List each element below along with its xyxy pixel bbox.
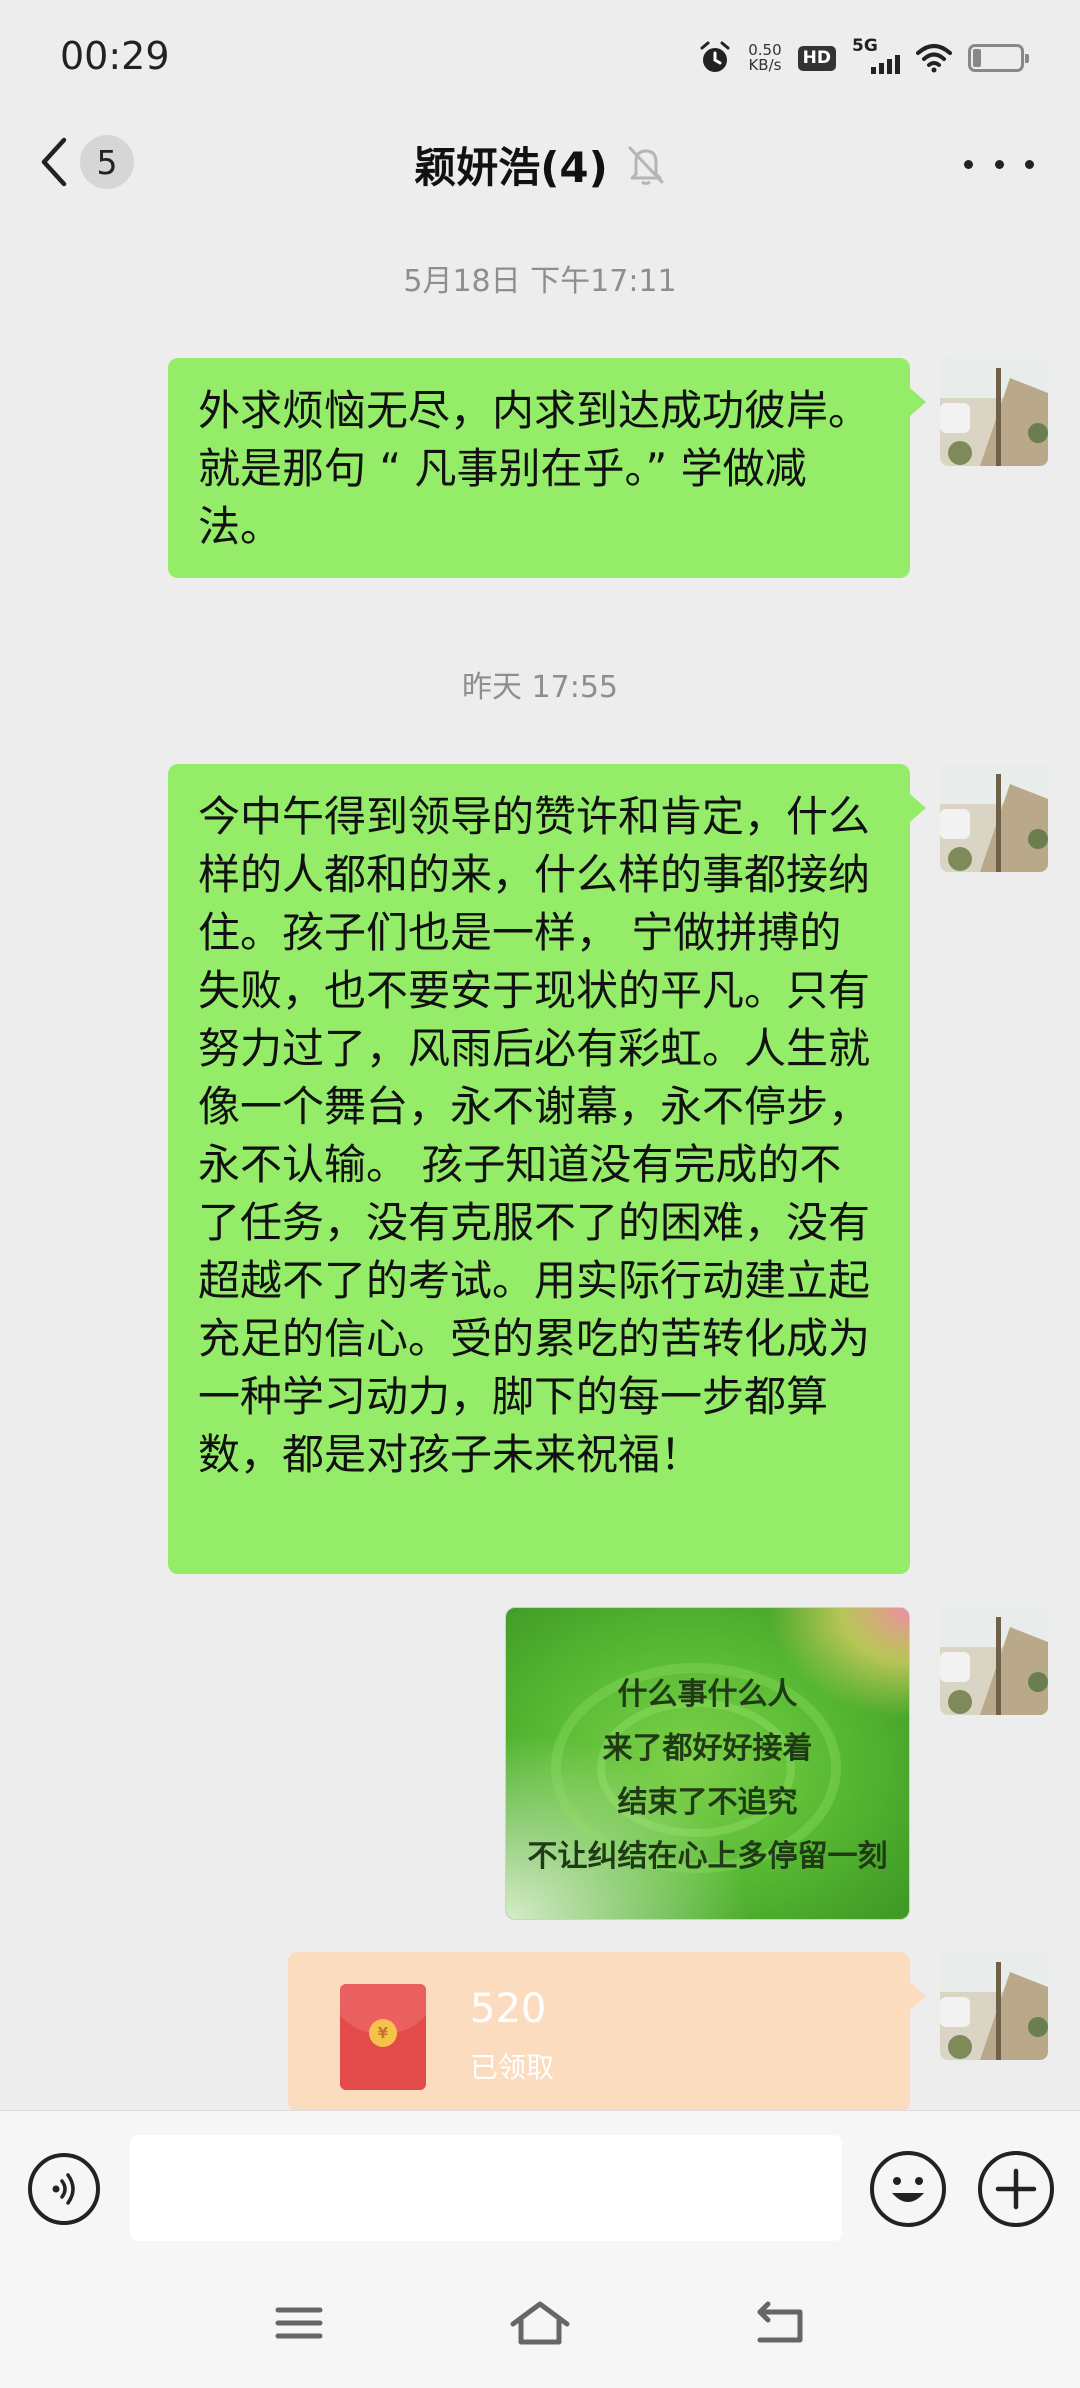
status-time: 00:29: [60, 34, 170, 78]
plus-icon: [995, 2168, 1037, 2210]
red-packet-coin: ¥: [369, 2019, 397, 2047]
net-speed-unit: KB/s: [748, 56, 782, 74]
chat-title-wrapper: 颖妍浩(4): [0, 134, 1080, 195]
chat-title: 颖妍浩(4): [414, 143, 608, 192]
status-icons: 0.50 KB/s HD 5G: [698, 36, 1029, 80]
message-timestamp: 5月18日 下午17:11: [403, 264, 677, 299]
image-caption: 什么事什么人 来了都好好接着 结束了不追究 不让纠结在心上多停留一刻: [506, 1668, 909, 1884]
avatar[interactable]: [940, 1952, 1048, 2060]
avatar[interactable]: [940, 1607, 1048, 1715]
red-packet-icon: ¥: [340, 1984, 426, 2090]
menu-icon: [275, 2307, 323, 2339]
image-caption-line: 什么事什么人: [617, 1677, 798, 1712]
battery-icon: [968, 44, 1029, 72]
image-message[interactable]: 什么事什么人 来了都好好接着 结束了不追究 不让纠结在心上多停留一刻: [505, 1607, 910, 1920]
battery-level: [973, 49, 981, 67]
message-input[interactable]: [130, 2135, 842, 2241]
home-button[interactable]: [505, 2298, 575, 2348]
voice-button[interactable]: [28, 2153, 100, 2225]
signal-5g-indicator: 5G: [852, 36, 900, 76]
more-dot: [1025, 159, 1034, 169]
image-caption-line: 来了都好好接着: [602, 1731, 813, 1766]
message-timestamp: 昨天 17:55: [462, 670, 618, 705]
network-label: 5G: [852, 36, 878, 56]
more-dot: [964, 159, 973, 169]
voice-icon: [52, 2173, 75, 2205]
avatar[interactable]: [940, 764, 1048, 872]
image-caption-line: 不让纠结在心上多停留一刻: [527, 1839, 888, 1874]
image-caption-line: 结束了不追究: [617, 1785, 798, 1820]
red-packet-amount: 520: [470, 1986, 547, 2032]
chat-header: 5 颖妍浩(4): [0, 118, 1080, 206]
message-bubble-self[interactable]: 外求烦恼无尽，内求到达成功彼岸。 就是那句 “ 凡事别在乎。” 学做减法。: [168, 358, 926, 578]
more-dot: [994, 159, 1004, 169]
status-bar: 00:29 0.50 KB/s HD 5G: [0, 0, 1080, 118]
avatar[interactable]: [940, 358, 1048, 466]
home-icon: [510, 2301, 570, 2345]
system-nav-bar: [0, 2258, 1080, 2388]
nav-back-button[interactable]: [746, 2298, 816, 2348]
message-bubble-self[interactable]: 今中午得到领导的赞许和肯定，什么样的人都和的来，什么样的事都接纳住。孩子们也是一…: [168, 764, 926, 1574]
red-packet-message[interactable]: ¥ 520 已领取: [288, 1952, 926, 2112]
alarm-icon: [700, 41, 730, 72]
chat-input-bar: [0, 2110, 1080, 2258]
emoji-icon: [892, 2177, 924, 2202]
wifi-icon: [916, 44, 952, 73]
hd-badge: HD: [797, 45, 836, 71]
emoji-button[interactable]: [870, 2151, 946, 2227]
back-icon: [757, 2301, 803, 2343]
signal-bars-icon: [871, 55, 900, 74]
mute-bell-icon: [628, 146, 664, 185]
more-button[interactable]: [964, 144, 1034, 184]
red-packet-status: 已领取: [470, 2051, 555, 2084]
plus-button[interactable]: [978, 2151, 1054, 2227]
menu-button[interactable]: [264, 2298, 334, 2348]
net-speed: 0.50 KB/s: [748, 43, 781, 73]
